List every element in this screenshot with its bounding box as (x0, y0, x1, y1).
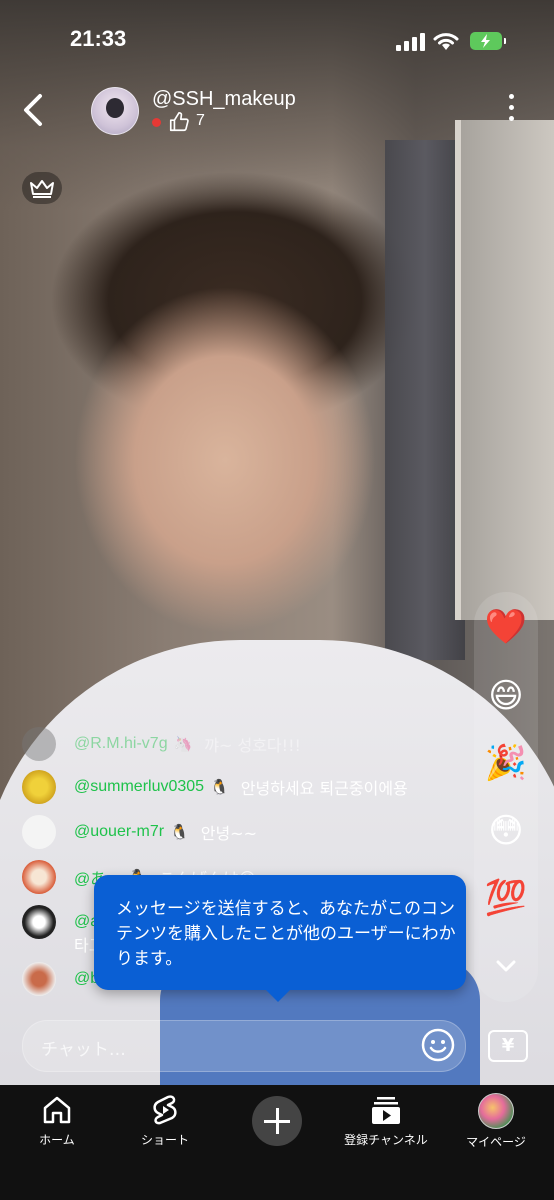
signal-icon (396, 33, 426, 51)
wifi-icon (433, 33, 459, 50)
flushed-reaction-icon[interactable]: 😳 (474, 811, 538, 851)
chat-input-placeholder: チャット… (41, 1040, 126, 1060)
reaction-panel (474, 592, 538, 1002)
plus-icon (252, 1096, 302, 1146)
user-badge-icon: 🐧 (210, 778, 229, 796)
user-badge-icon: 🐧 (170, 823, 189, 841)
chat-message: @summerluv0305 🐧 안녕하세요 퇴근중이에용 (22, 770, 408, 804)
channel-handle[interactable]: @SSH_makeup (152, 88, 296, 111)
nav-home[interactable]: ホーム (2, 1093, 112, 1148)
chat-message: @uouer-m7r 🐧 안녕~~ (22, 815, 257, 849)
chat-text: 안녕~~ (200, 824, 257, 843)
more-vertical-icon[interactable] (505, 94, 517, 128)
hundred-reaction-icon[interactable]: 💯 (474, 878, 538, 918)
user-avatar[interactable] (22, 727, 56, 761)
chat-text: 안녕하세요 퇴근중이에용 (240, 779, 408, 798)
nav-subscriptions[interactable]: 登録チャンネル (331, 1093, 441, 1148)
like-count: 7 (196, 112, 205, 129)
nav-label: 登録チャンネル (344, 1133, 428, 1147)
user-avatar[interactable] (22, 905, 56, 939)
subscriptions-icon (372, 1097, 400, 1124)
tooltip-text: メッセージを送信すると、あなたがこのコンテンツを購入したことが他のユーザーにわか… (116, 899, 456, 969)
back-chevron-icon[interactable] (18, 92, 50, 128)
channel-avatar[interactable] (91, 87, 139, 135)
shorts-icon (153, 1095, 177, 1125)
status-bar: 21:33 (0, 0, 554, 80)
heart-reaction-icon[interactable]: ❤️ (474, 607, 538, 647)
home-icon (43, 1096, 71, 1124)
emoji-icon[interactable] (420, 1027, 456, 1063)
nav-label: マイページ (466, 1135, 526, 1149)
bottom-navigation: ホーム ショート 登録チャンネル マイページ (0, 1085, 554, 1200)
chat-input[interactable]: チャット… (22, 1020, 466, 1072)
currency-symbol: ¥ (501, 1035, 515, 1056)
super-chat-yen-button[interactable]: ¥ (488, 1030, 528, 1062)
thumbs-up-icon[interactable] (168, 111, 190, 133)
crown-icon[interactable] (22, 172, 62, 204)
nav-mypage[interactable]: マイページ (441, 1093, 551, 1150)
party-reaction-icon[interactable]: 🎉 (474, 743, 538, 783)
video-background (455, 120, 554, 620)
nav-label: ショート (140, 1133, 189, 1147)
avatar-icon (478, 1093, 514, 1129)
user-avatar[interactable] (22, 815, 56, 849)
nav-create[interactable] (222, 1093, 332, 1146)
purchase-visibility-tooltip[interactable]: メッセージを送信すると、あなたがこのコンテンツを購入したことが他のユーザーにわか… (94, 875, 466, 1002)
user-badge-icon: 🦄 (173, 735, 193, 753)
chat-username[interactable]: @uouer-m7r (74, 823, 164, 841)
status-time: 21:33 (70, 26, 127, 51)
battery-icon (470, 32, 506, 50)
user-avatar[interactable] (22, 962, 56, 996)
live-indicator (152, 118, 161, 127)
laugh-reaction-icon[interactable]: 😄 (474, 676, 538, 716)
chat-username[interactable]: @R.M.hi-v7g (74, 735, 168, 753)
user-avatar[interactable] (22, 770, 56, 804)
user-avatar[interactable] (22, 860, 56, 894)
chat-text: 꺄~ 성호다!!! (204, 736, 301, 755)
chat-username[interactable]: @summerluv0305 (74, 778, 204, 796)
nav-label: ホーム (39, 1133, 75, 1147)
chat-message: @R.M.hi-v7g 🦄 꺄~ 성호다!!! (22, 727, 301, 761)
video-background (385, 140, 465, 660)
nav-shorts[interactable]: ショート (110, 1093, 220, 1148)
chevron-down-icon[interactable] (495, 955, 517, 977)
